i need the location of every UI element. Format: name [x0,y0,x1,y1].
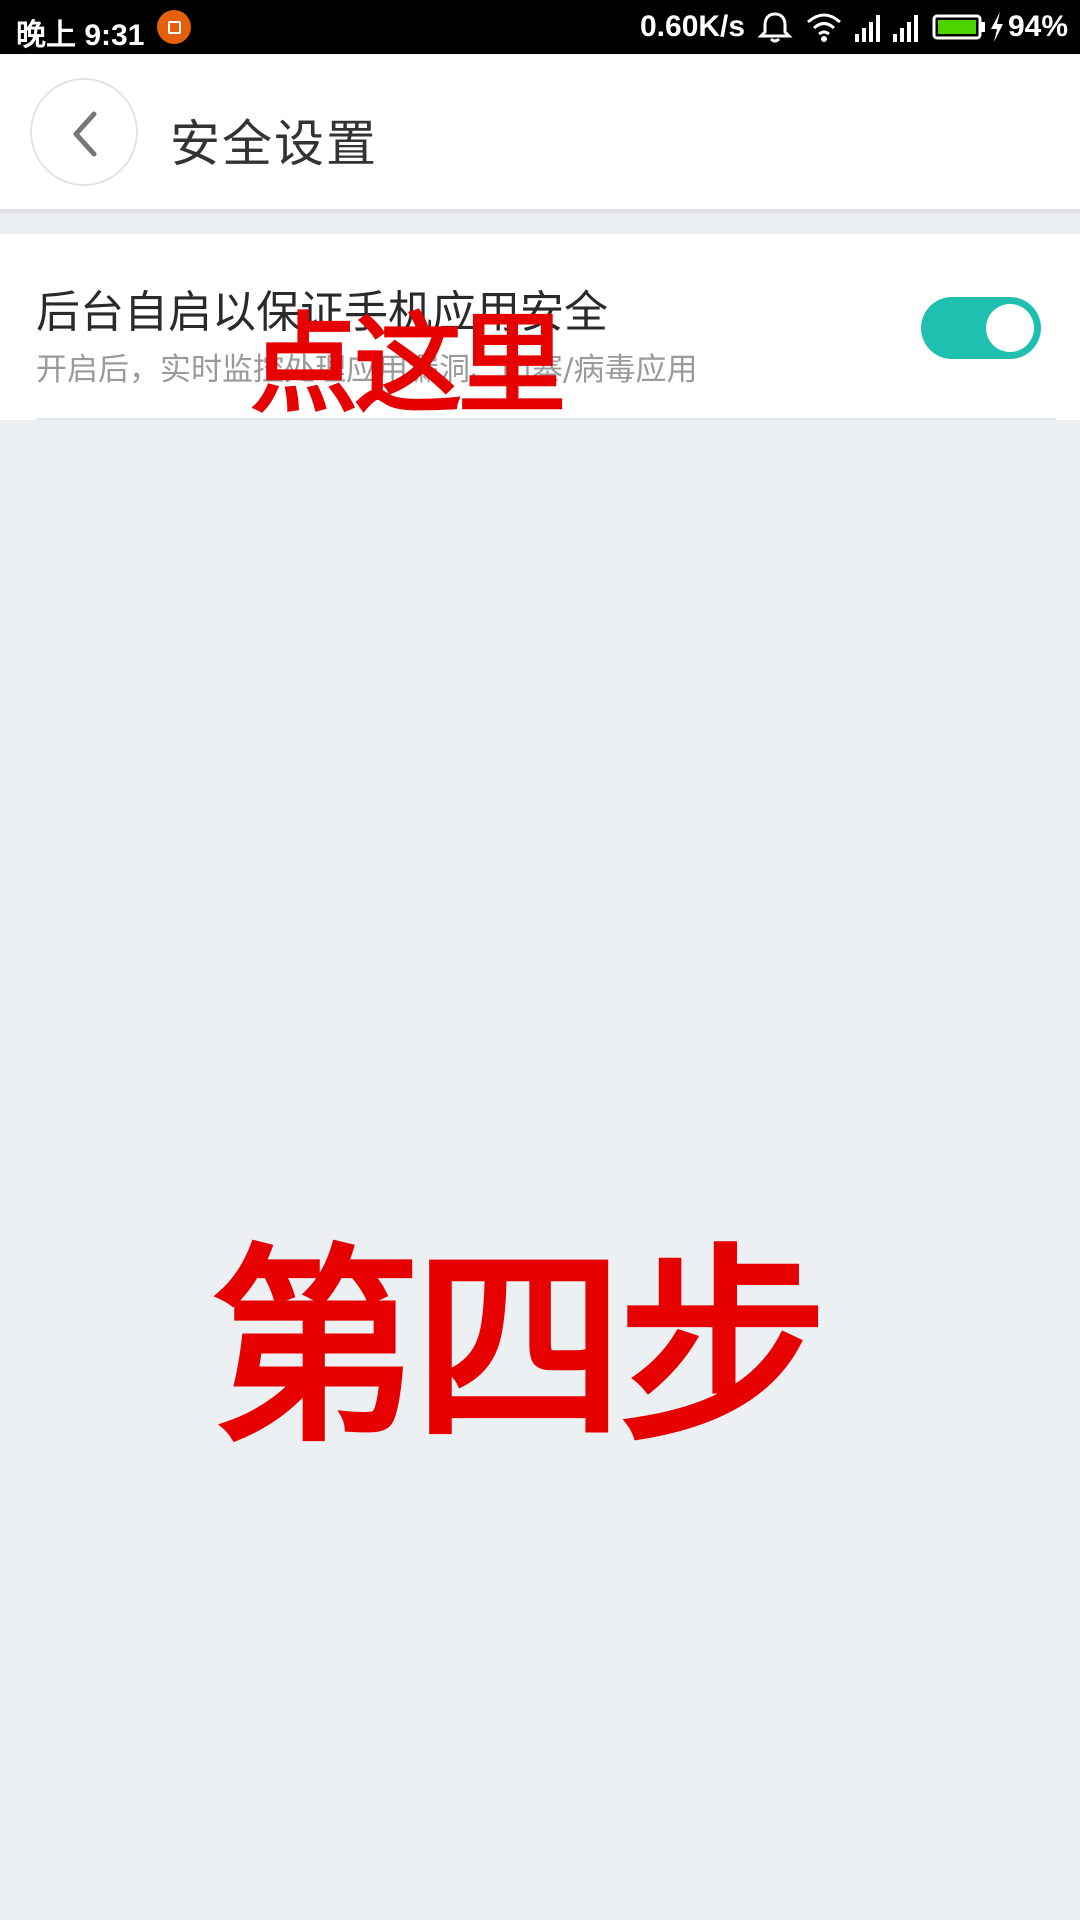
app-header: 安全设置 [0,54,1080,210]
network-speed: 0.60K/s [640,10,746,43]
autostart-toggle[interactable] [921,297,1041,359]
app-notification-icon [157,10,191,44]
battery-percentage: 94% [1008,10,1069,43]
status-bar: 晚上 9:31 0.60K/s 94% [0,0,1080,54]
battery-icon [932,14,985,40]
alarm-bell-icon [757,12,793,43]
wifi-icon [807,13,841,42]
step-four-annotation: 第四步 [210,1226,828,1471]
charging-icon [991,12,1003,42]
toggle-knob [986,304,1034,352]
tap-here-annotation: 点这里 [250,303,566,428]
status-time: 晚上 9:31 [16,19,145,52]
signal-2-icon [893,15,918,42]
back-button[interactable] [30,78,138,186]
chevron-left-icon [73,111,97,157]
page-title: 安全设置 [170,115,378,173]
signal-1-icon [855,15,880,42]
